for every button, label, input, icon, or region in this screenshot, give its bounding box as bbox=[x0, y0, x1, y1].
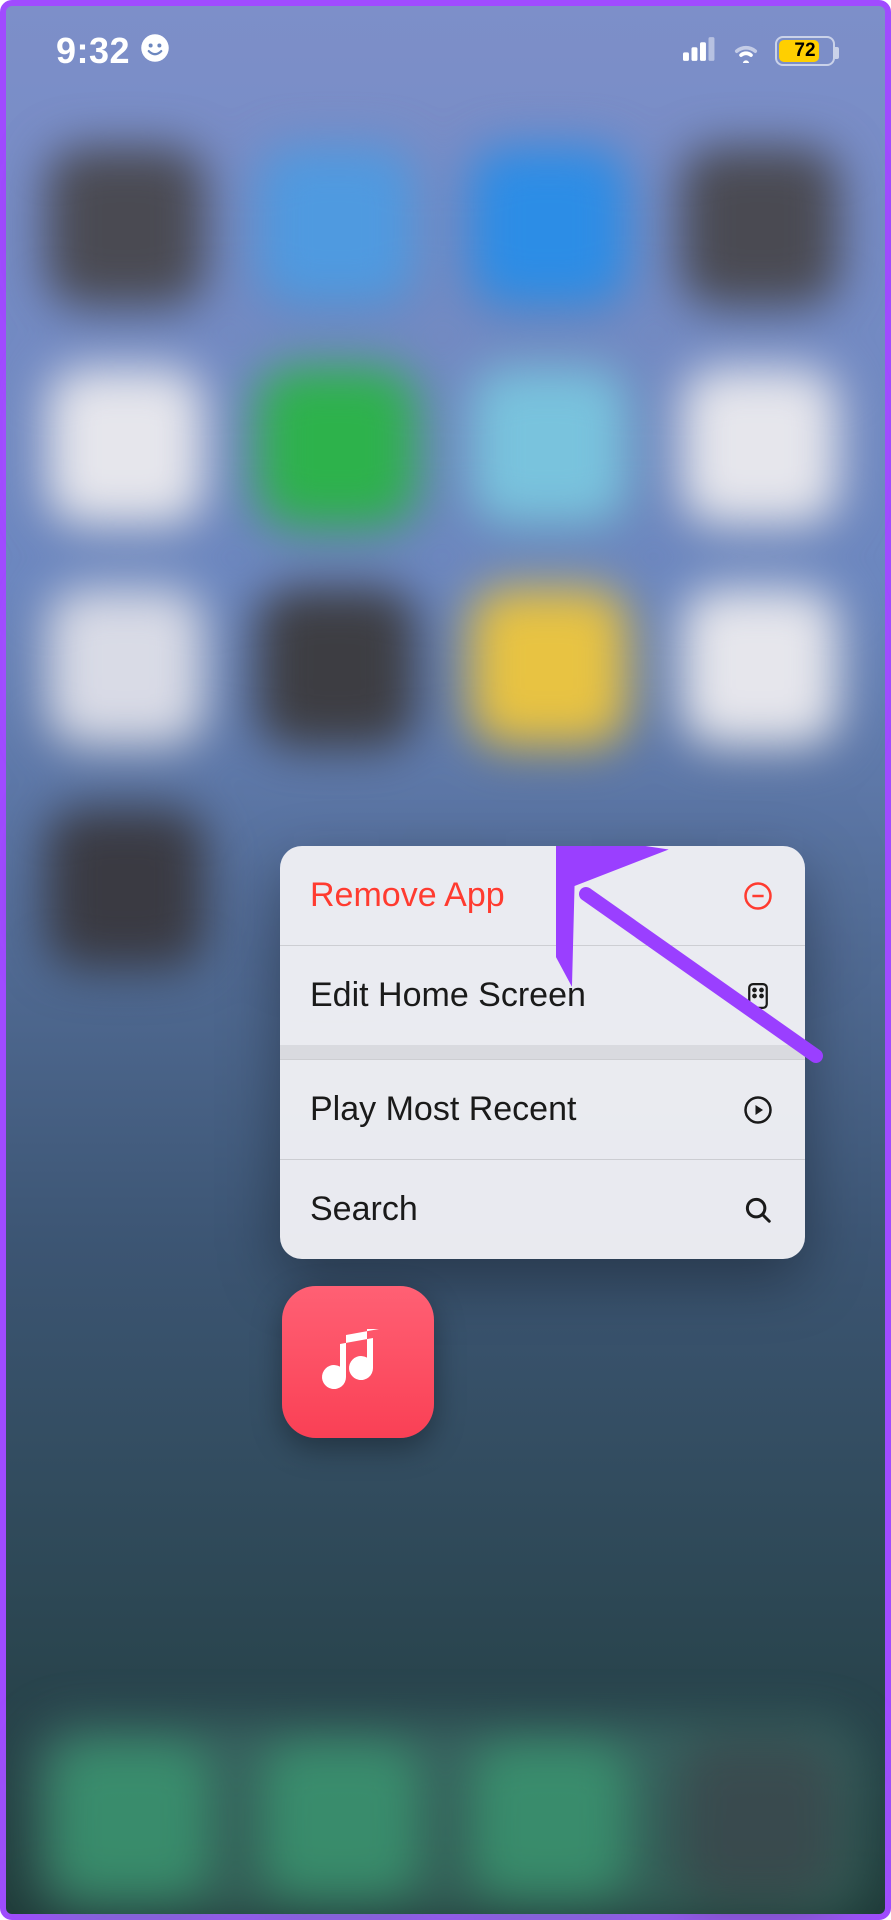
search-menu-item[interactable]: Search bbox=[280, 1159, 805, 1259]
edit-home-label: Edit Home Screen bbox=[310, 976, 586, 1015]
play-most-recent-menu-item[interactable]: Play Most Recent bbox=[280, 1059, 805, 1159]
app-context-menu: Remove App Edit Home Screen Play Most Re… bbox=[280, 846, 805, 1259]
edit-home-screen-menu-item[interactable]: Edit Home Screen bbox=[280, 945, 805, 1045]
cellular-signal-icon bbox=[683, 35, 717, 68]
search-label: Search bbox=[310, 1190, 418, 1229]
remove-app-label: Remove App bbox=[310, 876, 505, 915]
play-circle-icon bbox=[741, 1093, 775, 1127]
battery-indicator: 72 bbox=[775, 36, 835, 66]
music-app-icon[interactable] bbox=[282, 1286, 434, 1438]
battery-percent: 72 bbox=[777, 40, 833, 62]
emoji-face-icon bbox=[140, 30, 170, 72]
iphone-home-screen: 9:32 72 Remove App Edit H bbox=[0, 0, 891, 1920]
search-icon bbox=[741, 1193, 775, 1227]
remove-app-menu-item[interactable]: Remove App bbox=[280, 846, 805, 945]
status-bar: 9:32 72 bbox=[6, 6, 885, 96]
play-recent-label: Play Most Recent bbox=[310, 1090, 576, 1129]
apps-grid-icon bbox=[741, 979, 775, 1013]
minus-circle-icon bbox=[741, 879, 775, 913]
wifi-icon bbox=[729, 35, 763, 68]
status-time: 9:32 bbox=[56, 30, 130, 72]
menu-section-divider bbox=[280, 1045, 805, 1059]
